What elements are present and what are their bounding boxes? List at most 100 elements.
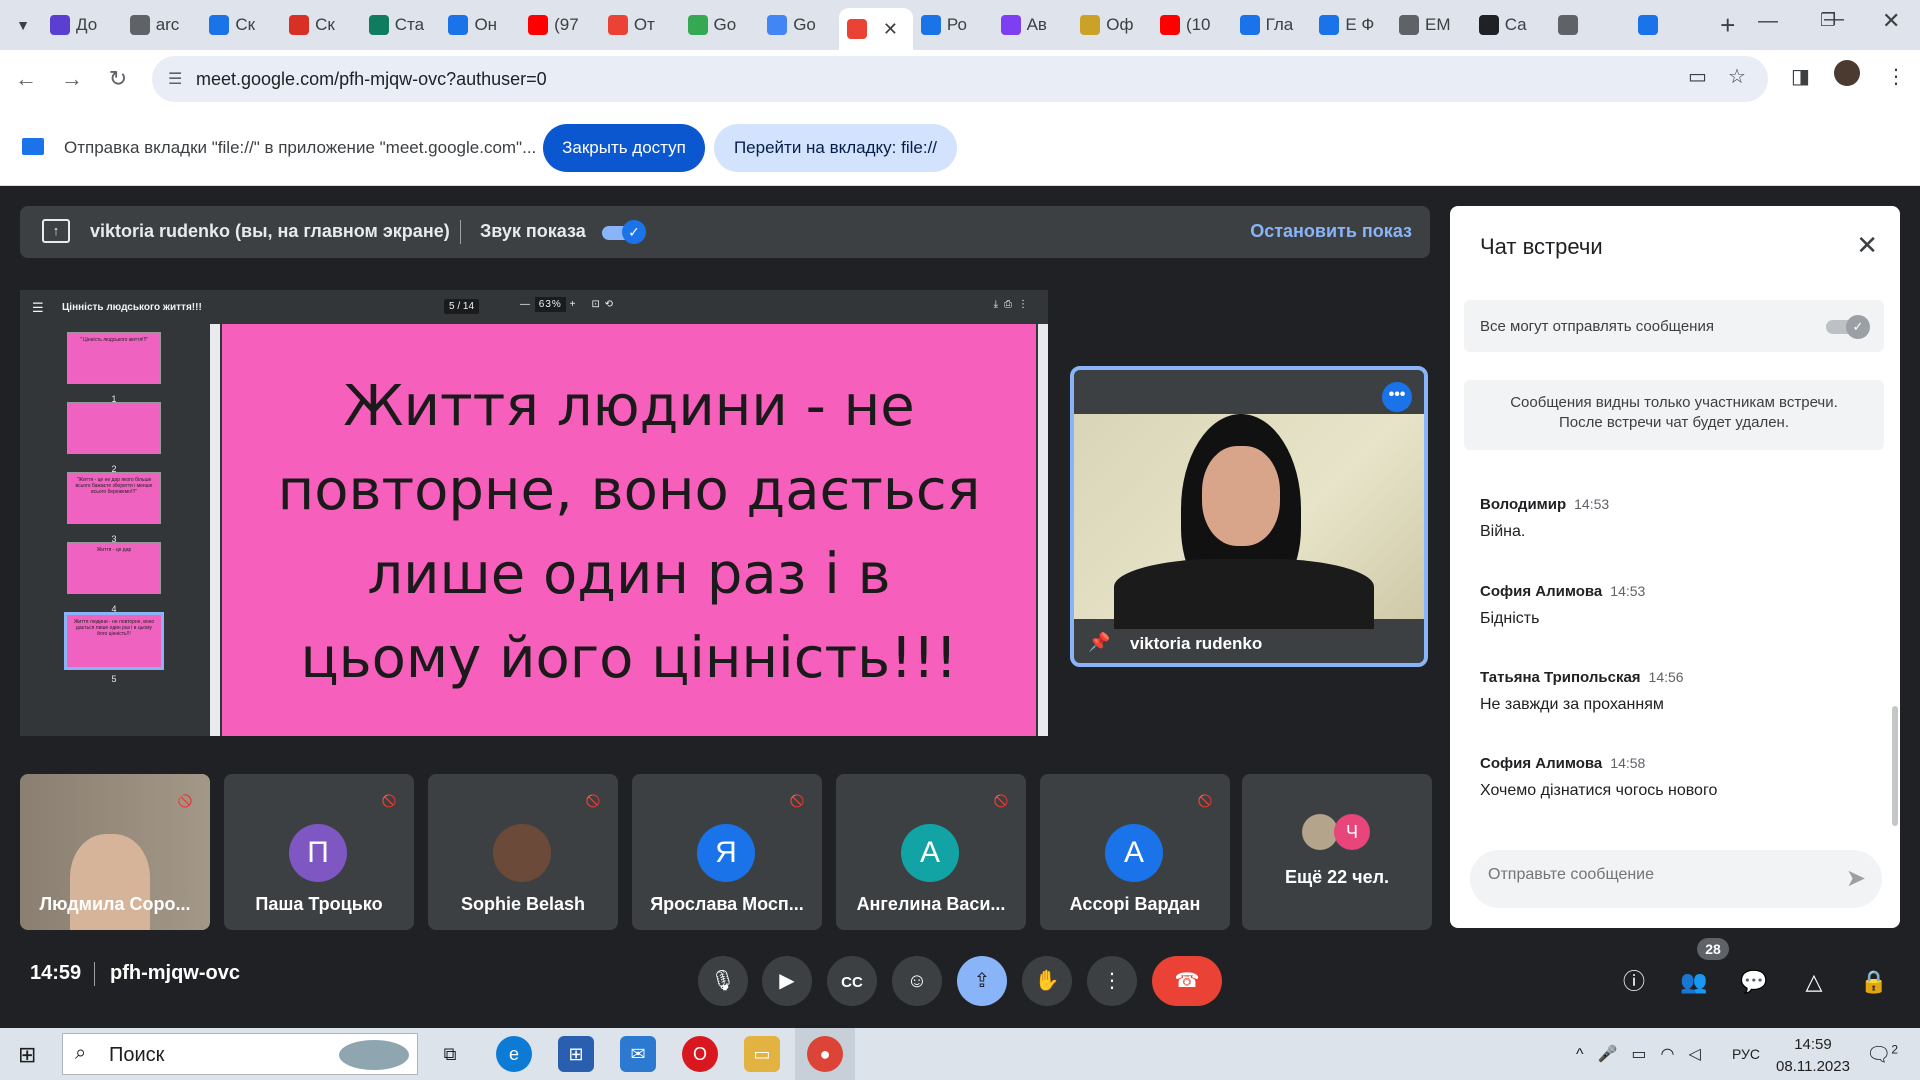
browser-tab[interactable]: Гла [1232, 8, 1312, 42]
browser-tab[interactable]: Он [440, 8, 520, 42]
browser-tab[interactable]: От [600, 8, 680, 42]
browser-tab[interactable]: Ав [993, 8, 1073, 42]
raise-hand-button[interactable]: ✋ [1022, 956, 1072, 1006]
pdf-thumbnail[interactable]: " Цінність людського життя!!!" [67, 332, 161, 384]
captions-button[interactable]: CC [827, 956, 877, 1006]
browser-tab[interactable] [1630, 8, 1710, 42]
language-indicator[interactable]: РУС [1732, 1046, 1760, 1062]
share-sound-toggle[interactable]: ✓ [602, 220, 646, 244]
people-button[interactable]: 👥 [1674, 962, 1714, 1002]
taskbar-clock[interactable]: 14:59 08.11.2023 [1776, 1034, 1850, 1078]
presenter-label: viktoria rudenko (вы, на главном экране) [90, 221, 450, 241]
sharing-message: Отправка вкладки "file://" в приложение … [64, 138, 537, 157]
globe-icon [129, 15, 150, 35]
browser-tab[interactable]: ЕМ [1391, 8, 1471, 42]
reload-icon[interactable]: ↻ [98, 59, 138, 99]
pin-icon[interactable]: 📌 [1088, 632, 1110, 653]
leave-call-button[interactable]: ☎ [1152, 956, 1222, 1006]
send-icon[interactable]: ➤ [1846, 864, 1866, 893]
chat-button[interactable]: 💬 [1734, 962, 1774, 1002]
more-participants-tile[interactable]: Ч Ещё 22 чел. [1242, 774, 1432, 930]
more-options-icon[interactable]: ••• [1382, 382, 1412, 412]
puzzle-icon [1319, 15, 1340, 35]
site-settings-icon[interactable]: ☰ [168, 69, 182, 89]
page-number[interactable]: 5 / 14 [444, 299, 480, 314]
browser-tab[interactable]: (97 [520, 8, 600, 42]
participant-tile[interactable]: А 🚫 Ассорі Вардан [1040, 774, 1230, 930]
taskbar-search[interactable]: ⌕ Поиск [62, 1033, 418, 1075]
camera-button[interactable]: ▶ [762, 956, 812, 1006]
pdf-thumbnail[interactable]: Життя - це дар [67, 542, 161, 594]
profile-avatar[interactable] [1834, 60, 1860, 86]
pdf-thumbnail[interactable] [67, 402, 161, 454]
page-scrollbar[interactable] [1038, 324, 1048, 736]
participant-tile[interactable]: Я 🚫 Ярослава Мосп... [632, 774, 822, 930]
present-button[interactable]: ⇪ [957, 956, 1007, 1006]
chat-permission-toggle[interactable]: ✓ [1826, 315, 1870, 339]
camera-in-use-icon[interactable]: ▭ [1688, 64, 1707, 89]
forward-icon[interactable]: → [52, 59, 92, 99]
system-tray[interactable]: ^🎤▭◠◁ [1576, 1044, 1715, 1064]
new-tab-button[interactable]: + [1710, 10, 1746, 41]
browser-tab[interactable]: До [42, 8, 122, 42]
microphone-button[interactable]: 🎙 [698, 956, 748, 1006]
browser-tab[interactable]: Ск [201, 8, 281, 42]
close-tab-icon[interactable]: ✕ [883, 19, 898, 40]
browser-tab[interactable]: Go [759, 8, 839, 42]
mail-icon[interactable]: ✉ [620, 1036, 656, 1072]
opera-icon[interactable]: O [682, 1036, 718, 1072]
zoom-controls[interactable]: — 63% + ⊡ ⟲ [520, 297, 614, 312]
browser-tab[interactable]: Е Ф [1311, 8, 1391, 42]
participant-tile[interactable]: 🚫 Людмила Соро... [20, 774, 210, 930]
close-icon[interactable]: ✕ [1856, 230, 1878, 261]
hamburger-menu-icon[interactable]: ☰ [32, 300, 44, 316]
browser-menu-icon[interactable]: ⋮ [1886, 64, 1906, 89]
minimize-window-icon[interactable]: — [1758, 10, 1778, 33]
browser-tab[interactable]: Ск [281, 8, 361, 42]
file-explorer-icon[interactable]: ▭ [744, 1036, 780, 1072]
host-controls-button[interactable]: 🔒 [1854, 962, 1894, 1002]
more-options-button[interactable]: ⋮ [1087, 956, 1137, 1006]
meeting-details-button[interactable]: ⓘ [1614, 962, 1654, 1002]
close-access-button[interactable]: Закрыть доступ [543, 124, 705, 172]
browser-tab[interactable]: Са [1471, 8, 1551, 42]
pdf-actions[interactable]: ⤓⎙⋮ [994, 299, 1034, 310]
chat-privacy-note: Сообщения видны только участникам встреч… [1464, 380, 1884, 450]
participant-tile[interactable]: А 🚫 Ангелина Васи... [836, 774, 1026, 930]
notifications-icon[interactable]: 🗨2 [1866, 1042, 1898, 1067]
restore-window-icon[interactable]: ❐ [1820, 10, 1836, 31]
close-window-icon[interactable]: ✕ [1882, 8, 1900, 34]
browser-tab[interactable]: ✕ [838, 8, 913, 50]
store-icon[interactable]: ⊞ [558, 1036, 594, 1072]
heart-icon [289, 15, 310, 35]
self-video-tile[interactable]: ••• 📌 viktoria rudenko [1070, 366, 1428, 667]
browser-tab[interactable]: Оф [1072, 8, 1152, 42]
browser-tab[interactable] [1550, 8, 1630, 42]
browser-tab[interactable]: Go [680, 8, 760, 42]
chat-message-input[interactable] [1488, 866, 1818, 884]
address-bar[interactable]: ☰ meet.google.com/pfh-mjqw-ovc?authuser=… [152, 56, 1768, 102]
side-panel-icon[interactable]: ◨ [1791, 64, 1810, 89]
windows-start-icon[interactable]: ⊞ [18, 1042, 36, 1068]
tab-label: ЕМ [1425, 15, 1451, 34]
chrome-icon[interactable]: ● [807, 1036, 843, 1072]
chat-scrollbar[interactable] [1892, 706, 1898, 826]
thumbnail-scrollbar[interactable] [210, 324, 220, 736]
browser-tab[interactable]: Ста [361, 8, 441, 42]
browser-tab[interactable]: Ро [913, 8, 993, 42]
stop-presenting-button[interactable]: Остановить показ [1250, 221, 1412, 242]
browser-tab[interactable]: arc [122, 8, 202, 42]
tab-search-dropdown[interactable]: ▼ [8, 10, 38, 40]
participant-tile[interactable]: П 🚫 Паша Троцько [224, 774, 414, 930]
browser-tab[interactable]: (10 [1152, 8, 1232, 42]
back-icon[interactable]: ← [6, 59, 46, 99]
task-view-icon[interactable]: ⧉ [432, 1036, 468, 1072]
pdf-thumbnail[interactable]: "Життя - це не дар якого більше всього б… [67, 472, 161, 524]
bookmark-star-icon[interactable]: ☆ [1728, 64, 1746, 89]
emoji-button[interactable]: ☺ [892, 956, 942, 1006]
activities-button[interactable]: △ [1794, 962, 1834, 1002]
pdf-thumbnail[interactable]: Життя людини - не повторне, воно дається… [64, 612, 164, 670]
go-to-tab-button[interactable]: Перейти на вкладку: file:// [714, 124, 957, 172]
participant-tile[interactable]: 🚫 Sophie Belash [428, 774, 618, 930]
edge-icon[interactable]: e [496, 1036, 532, 1072]
